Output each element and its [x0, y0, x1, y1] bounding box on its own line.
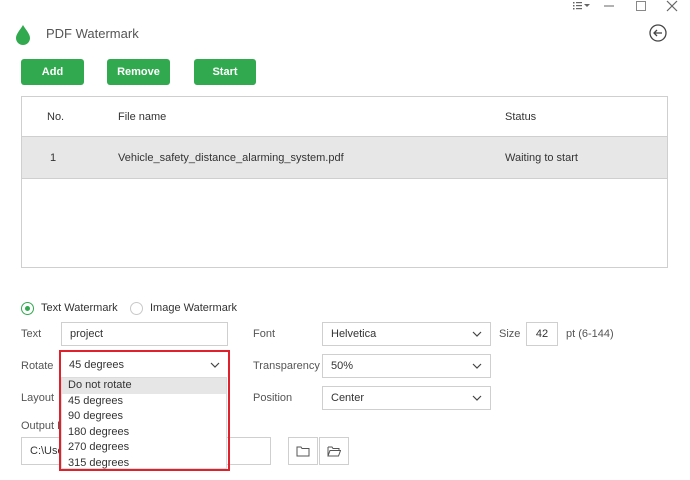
row-no: 1: [50, 151, 57, 164]
position-label: Position: [253, 392, 293, 404]
position-select[interactable]: Center: [322, 386, 491, 410]
size-input[interactable]: 42: [526, 322, 558, 346]
image-watermark-label[interactable]: Image Watermark: [150, 302, 237, 314]
output-folder-label: Output F: [21, 420, 64, 432]
file-table: No. File name Status 1 Vehicle_safety_di…: [21, 96, 668, 268]
back-icon[interactable]: [648, 23, 668, 43]
minimize-icon[interactable]: [602, 0, 616, 14]
browse-folder-button[interactable]: [288, 437, 318, 465]
maximize-icon[interactable]: [634, 0, 648, 14]
app-title: PDF Watermark: [46, 26, 139, 41]
open-folder-button[interactable]: [319, 437, 349, 465]
font-label: Font: [253, 328, 276, 340]
close-icon[interactable]: [665, 0, 679, 14]
row-file-name: Vehicle_safety_distance_alarming_system.…: [118, 151, 344, 164]
layout-label: Layout: [21, 392, 55, 404]
header-status: Status: [505, 110, 537, 123]
folder-icon: [296, 446, 310, 457]
transparency-label: Transparency: [253, 360, 320, 372]
app-logo-icon: [14, 24, 32, 46]
transparency-select-value: 50%: [331, 360, 354, 372]
position-select-value: Center: [331, 392, 365, 404]
size-label: Size: [499, 328, 521, 340]
remove-button[interactable]: Remove: [107, 59, 170, 85]
transparency-select[interactable]: 50%: [322, 354, 491, 378]
size-hint: pt (6-144): [566, 328, 614, 340]
image-watermark-radio[interactable]: [130, 302, 143, 315]
folder-open-icon: [327, 446, 341, 457]
header-no: No.: [47, 110, 65, 123]
table-header: No. File name Status: [22, 97, 667, 137]
row-status: Waiting to start: [505, 151, 578, 164]
start-button[interactable]: Start: [194, 59, 256, 85]
add-button[interactable]: Add: [21, 59, 84, 85]
font-select[interactable]: Helvetica: [322, 322, 491, 346]
text-input[interactable]: project: [61, 322, 228, 346]
chevron-down-icon: [472, 331, 482, 337]
text-label: Text: [21, 328, 42, 340]
header-file-name: File name: [118, 110, 167, 123]
chevron-down-icon: [472, 395, 482, 401]
table-row[interactable]: 1 Vehicle_safety_distance_alarming_syste…: [22, 137, 667, 179]
text-watermark-label[interactable]: Text Watermark: [41, 302, 118, 314]
font-select-value: Helvetica: [331, 328, 377, 340]
rotate-label: Rotate: [21, 360, 54, 372]
menu-icon[interactable]: [571, 0, 591, 14]
chevron-down-icon: [472, 363, 482, 369]
text-watermark-radio[interactable]: [21, 302, 34, 315]
highlight-box: [59, 350, 230, 471]
